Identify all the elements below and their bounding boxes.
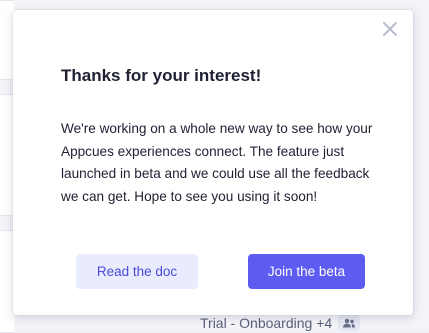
beta-interest-modal: Thanks for your interest! We're working …	[13, 10, 413, 315]
modal-title: Thanks for your interest!	[61, 66, 262, 85]
background-card	[0, 94, 14, 216]
users-icon	[338, 315, 361, 331]
close-icon[interactable]	[381, 20, 399, 38]
segment-tag[interactable]: Trial - Onboarding +4	[200, 314, 361, 332]
background-card	[0, 230, 14, 333]
join-the-beta-button[interactable]: Join the beta	[248, 254, 365, 289]
background-card	[0, 0, 14, 80]
modal-body-text: We're working on a whole new way to see …	[61, 121, 373, 204]
segment-tag-label: Trial - Onboarding +4	[200, 315, 333, 331]
read-the-doc-button[interactable]: Read the doc	[76, 254, 198, 289]
